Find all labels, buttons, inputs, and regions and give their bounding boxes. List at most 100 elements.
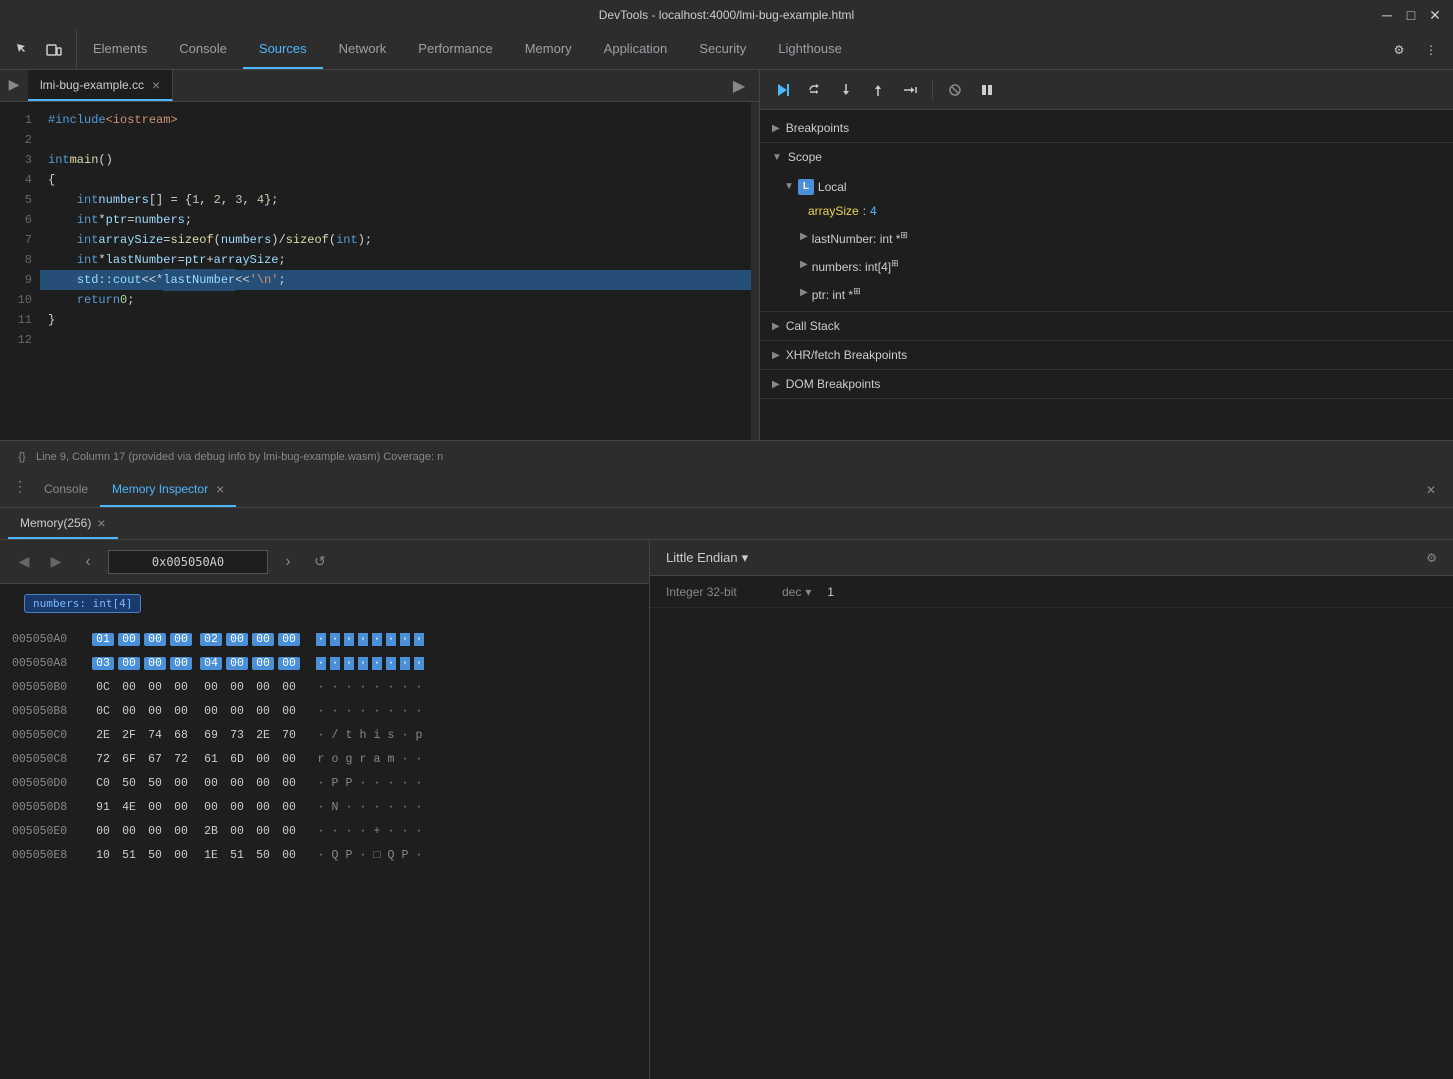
mem-byte-8-5[interactable]: 00 <box>226 825 248 838</box>
tab-elements[interactable]: Elements <box>77 30 163 69</box>
mem-byte-3-2[interactable]: 00 <box>144 705 166 718</box>
mem-byte-2-7[interactable]: 00 <box>278 681 300 694</box>
mem-byte-7-0[interactable]: 91 <box>92 801 114 814</box>
mem-byte-3-4[interactable]: 00 <box>200 705 222 718</box>
mem-byte-1-7[interactable]: 00 <box>278 657 300 670</box>
mem-byte-7-2[interactable]: 00 <box>144 801 166 814</box>
scope-lastnumber-row[interactable]: ▶ lastNumber: int *⊞ <box>800 225 1437 249</box>
mem-byte-0-1[interactable]: 00 <box>118 633 140 646</box>
callstack-header[interactable]: ▶ Call Stack <box>760 312 1453 340</box>
scope-local-row[interactable]: ▼ L Local <box>784 177 1437 197</box>
mem-byte-3-1[interactable]: 00 <box>118 705 140 718</box>
inspect-icon[interactable] <box>8 36 36 64</box>
settings-icon[interactable]: ⚙ <box>1385 36 1413 64</box>
mem-byte-2-1[interactable]: 00 <box>118 681 140 694</box>
mem-byte-6-2[interactable]: 50 <box>144 777 166 790</box>
mem-byte-4-2[interactable]: 74 <box>144 729 166 742</box>
scrollbar-vertical[interactable] <box>751 102 759 440</box>
mem-byte-7-7[interactable]: 00 <box>278 801 300 814</box>
mem-byte-3-3[interactable]: 00 <box>170 705 192 718</box>
mem-byte-5-1[interactable]: 6F <box>118 753 140 766</box>
scope-arraysize-row[interactable]: arraySize : 4 <box>808 201 1437 221</box>
mem-byte-0-7[interactable]: 00 <box>278 633 300 646</box>
value-format-selector[interactable]: dec ▾ <box>782 585 811 599</box>
dom-header[interactable]: ▶ DOM Breakpoints <box>760 370 1453 398</box>
mem-byte-0-3[interactable]: 00 <box>170 633 192 646</box>
mem-byte-8-0[interactable]: 00 <box>92 825 114 838</box>
mem-byte-1-2[interactable]: 00 <box>144 657 166 670</box>
history-fwd-btn[interactable]: ▶ <box>44 550 68 574</box>
xhr-header[interactable]: ▶ XHR/fetch Breakpoints <box>760 341 1453 369</box>
refresh-btn[interactable]: ↺ <box>308 550 332 574</box>
close-btn[interactable]: ✕ <box>1427 7 1443 23</box>
endian-selector[interactable]: Little Endian ▾ <box>666 550 748 566</box>
close-bottom-panel-icon[interactable]: ✕ <box>1417 476 1445 504</box>
tab-console-bottom[interactable]: Console <box>32 472 100 507</box>
mem-byte-3-5[interactable]: 00 <box>226 705 248 718</box>
mem-byte-5-4[interactable]: 61 <box>200 753 222 766</box>
mem-byte-2-2[interactable]: 00 <box>144 681 166 694</box>
address-input[interactable] <box>108 550 268 574</box>
mem-byte-5-2[interactable]: 67 <box>144 753 166 766</box>
mem-byte-0-5[interactable]: 00 <box>226 633 248 646</box>
mem-byte-2-5[interactable]: 00 <box>226 681 248 694</box>
mem-byte-3-7[interactable]: 00 <box>278 705 300 718</box>
mem-byte-8-4[interactable]: 2B <box>200 825 222 838</box>
mem-byte-4-4[interactable]: 69 <box>200 729 222 742</box>
mem-byte-3-6[interactable]: 00 <box>252 705 274 718</box>
mem-byte-8-6[interactable]: 00 <box>252 825 274 838</box>
mem-byte-1-6[interactable]: 00 <box>252 657 274 670</box>
mem-byte-4-5[interactable]: 73 <box>226 729 248 742</box>
mem-byte-5-6[interactable]: 00 <box>252 753 274 766</box>
mem-byte-5-5[interactable]: 6D <box>226 753 248 766</box>
tab-application[interactable]: Application <box>588 30 684 69</box>
mem-byte-4-0[interactable]: 2E <box>92 729 114 742</box>
maximize-btn[interactable]: □ <box>1403 7 1419 23</box>
tab-security[interactable]: Security <box>683 30 762 69</box>
mem-byte-4-3[interactable]: 68 <box>170 729 192 742</box>
mem-byte-1-3[interactable]: 00 <box>170 657 192 670</box>
memory-tab-close[interactable]: × <box>97 516 105 530</box>
mem-byte-5-0[interactable]: 72 <box>92 753 114 766</box>
step-out-btn[interactable] <box>864 76 892 104</box>
mem-byte-6-3[interactable]: 00 <box>170 777 192 790</box>
memory-inspector-tab-close[interactable]: × <box>216 482 224 496</box>
step-over-btn[interactable] <box>800 76 828 104</box>
scope-numbers-row[interactable]: ▶ numbers: int[4]⊞ <box>800 253 1437 277</box>
more-icon[interactable]: ⋮ <box>1417 36 1445 64</box>
addr-prev-btn[interactable]: ‹ <box>76 550 100 574</box>
mem-byte-2-3[interactable]: 00 <box>170 681 192 694</box>
mem-byte-9-1[interactable]: 51 <box>118 849 140 862</box>
breakpoints-header[interactable]: ▶ Breakpoints <box>760 114 1453 142</box>
file-close-icon[interactable]: × <box>152 77 160 93</box>
device-icon[interactable] <box>40 36 68 64</box>
mem-byte-6-1[interactable]: 50 <box>118 777 140 790</box>
mem-byte-8-7[interactable]: 00 <box>278 825 300 838</box>
mem-byte-9-3[interactable]: 00 <box>170 849 192 862</box>
mem-byte-9-5[interactable]: 51 <box>226 849 248 862</box>
mem-byte-9-2[interactable]: 50 <box>144 849 166 862</box>
mem-byte-8-1[interactable]: 00 <box>118 825 140 838</box>
mem-byte-7-3[interactable]: 00 <box>170 801 192 814</box>
value-panel-gear-icon[interactable]: ⚙ <box>1426 551 1437 565</box>
mem-byte-9-0[interactable]: 10 <box>92 849 114 862</box>
mem-byte-9-4[interactable]: 1E <box>200 849 222 862</box>
tab-memory-inspector[interactable]: Memory Inspector × <box>100 472 236 507</box>
mem-byte-7-6[interactable]: 00 <box>252 801 274 814</box>
step-into-btn[interactable] <box>832 76 860 104</box>
mem-byte-6-5[interactable]: 00 <box>226 777 248 790</box>
tab-network[interactable]: Network <box>323 30 403 69</box>
deactivate-btn[interactable] <box>941 76 969 104</box>
mem-byte-2-4[interactable]: 00 <box>200 681 222 694</box>
history-back-btn[interactable]: ◀ <box>12 550 36 574</box>
mem-byte-1-0[interactable]: 03 <box>92 657 114 670</box>
memory-tab-256[interactable]: Memory(256) × <box>8 508 118 539</box>
mem-byte-0-0[interactable]: 01 <box>92 633 114 646</box>
pause-btn[interactable] <box>973 76 1001 104</box>
mem-byte-2-6[interactable]: 00 <box>252 681 274 694</box>
mem-byte-1-5[interactable]: 00 <box>226 657 248 670</box>
mem-byte-7-1[interactable]: 4E <box>118 801 140 814</box>
braces-icon[interactable]: {} <box>12 447 32 467</box>
tab-lighthouse[interactable]: Lighthouse <box>762 30 858 69</box>
mem-byte-5-7[interactable]: 00 <box>278 753 300 766</box>
